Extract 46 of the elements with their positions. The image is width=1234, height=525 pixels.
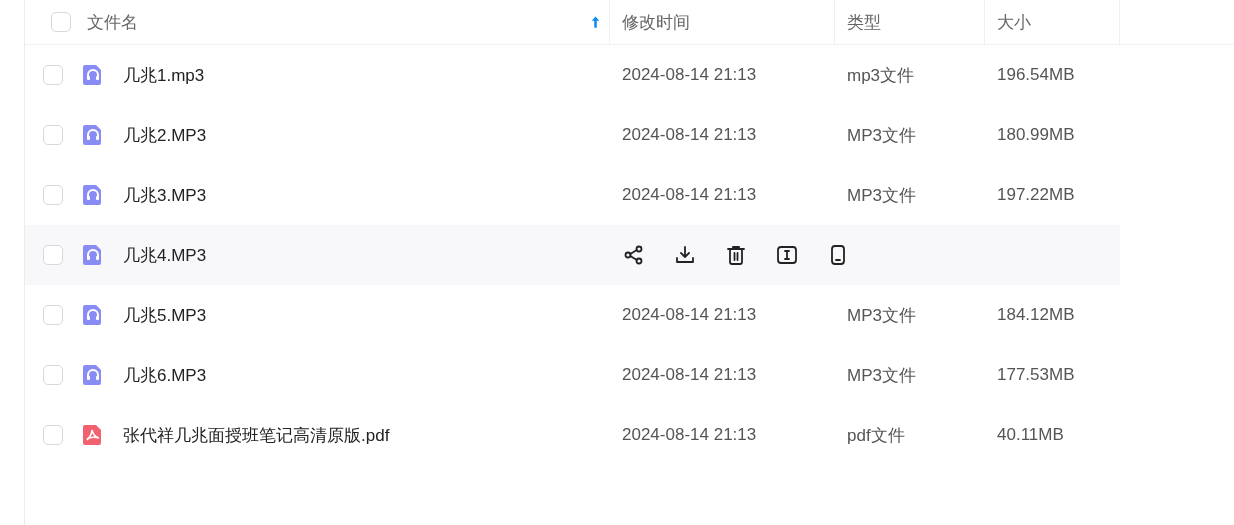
column-header[interactable]: 类型: [847, 10, 881, 34]
file-size: 40.11MB: [997, 425, 1064, 445]
rename-icon[interactable]: [775, 243, 799, 267]
column-header[interactable]: 修改时间: [622, 10, 690, 34]
table-row[interactable]: 张代祥几兆面授班笔记高清原版.pdf 2024-08-14 21:13 pdf文件 40.11MB: [25, 405, 1120, 465]
file-size: 177.53MB: [997, 365, 1075, 385]
checkbox[interactable]: [43, 365, 63, 385]
checkbox[interactable]: [51, 12, 71, 32]
file-name[interactable]: 几兆3.MP3: [123, 183, 207, 207]
file-type: MP3文件: [847, 124, 916, 147]
checkbox[interactable]: [43, 425, 63, 445]
file-type: MP3文件: [847, 184, 916, 207]
modified-time: 2024-08-14 21:13: [622, 65, 757, 85]
table-row[interactable]: 几兆6.MP3 2024-08-14 21:13 MP3文件 177.53MB: [25, 345, 1120, 405]
file-size: 184.12MB: [997, 305, 1075, 325]
table-row[interactable]: 几兆3.MP3 2024-08-14 21:13 MP3文件 197.22MB: [25, 165, 1120, 225]
file-size: 197.22MB: [997, 185, 1075, 205]
file-type: MP3文件: [847, 364, 916, 387]
table-row[interactable]: 几兆2.MP3 2024-08-14 21:13 MP3文件 180.99MB: [25, 105, 1120, 165]
trash-icon[interactable]: [724, 243, 748, 267]
modified-time: 2024-08-14 21:13: [622, 425, 757, 445]
file-name[interactable]: 几兆4.MP3: [123, 243, 207, 267]
file-name[interactable]: 几兆5.MP3: [123, 303, 207, 327]
file-name[interactable]: 几兆6.MP3: [123, 363, 207, 387]
checkbox[interactable]: [43, 65, 63, 85]
table-row[interactable]: 几兆1.mp3 2024-08-14 21:13 mp3文件 196.54MB: [25, 45, 1120, 105]
checkbox[interactable]: [43, 185, 63, 205]
table-row[interactable]: 几兆5.MP3 2024-08-14 21:13 MP3文件 184.12MB: [25, 285, 1120, 345]
checkbox[interactable]: [43, 125, 63, 145]
checkbox[interactable]: [43, 305, 63, 325]
modified-time: 2024-08-14 21:13: [622, 185, 757, 205]
file-name[interactable]: 张代祥几兆面授班笔记高清原版.pdf: [123, 423, 390, 447]
file-type: MP3文件: [847, 304, 916, 327]
modified-time: 2024-08-14 21:13: [622, 125, 757, 145]
file-size: 180.99MB: [997, 125, 1075, 145]
checkbox[interactable]: [43, 245, 63, 265]
column-header[interactable]: 大小: [997, 10, 1031, 34]
table-row[interactable]: 几兆4.MP3: [25, 225, 1120, 285]
modified-time: 2024-08-14 21:13: [622, 305, 757, 325]
file-size: 196.54MB: [997, 65, 1075, 85]
file-name[interactable]: 几兆1.mp3: [123, 63, 205, 87]
file-name[interactable]: 几兆2.MP3: [123, 123, 207, 147]
file-type: mp3文件: [847, 64, 915, 87]
modified-time: 2024-08-14 21:13: [622, 365, 757, 385]
file-type: pdf文件: [847, 424, 905, 447]
column-header[interactable]: 文件名: [87, 10, 138, 34]
